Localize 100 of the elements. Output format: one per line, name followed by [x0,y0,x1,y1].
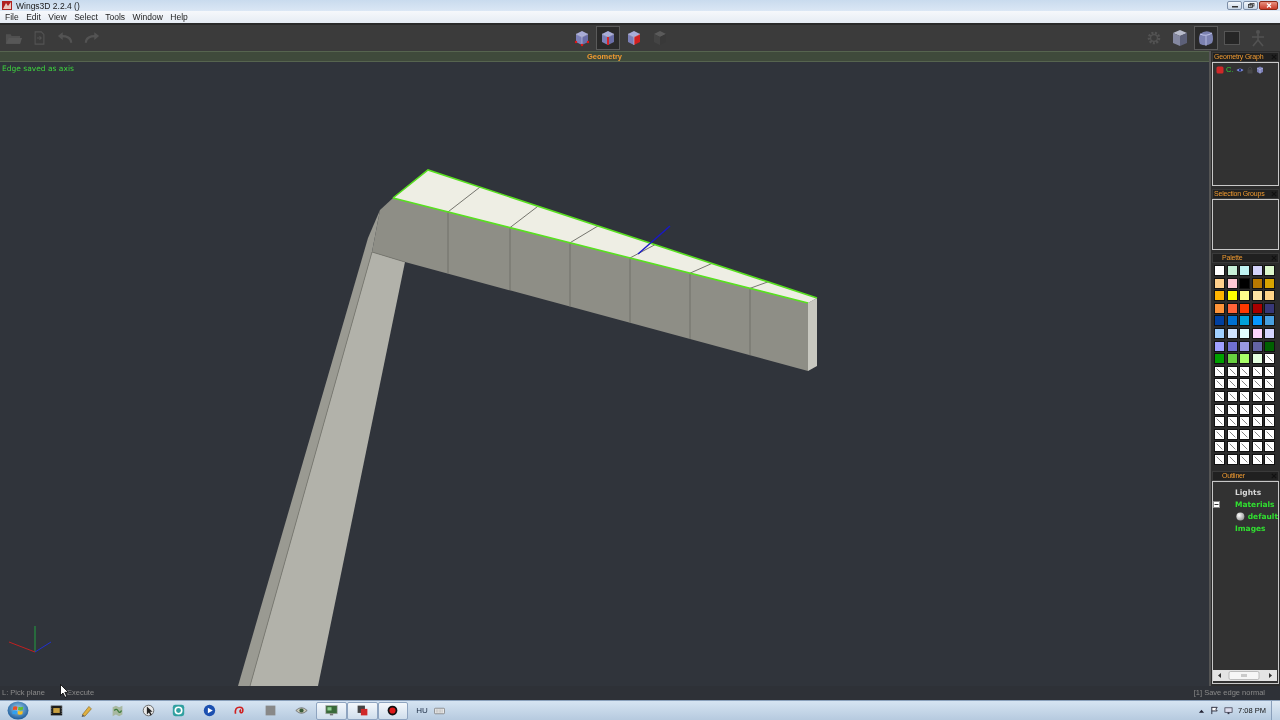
color-swatch[interactable] [1214,290,1225,302]
taskbar-button[interactable] [377,701,409,720]
restore-button[interactable] [1243,1,1258,10]
folder-icon [4,31,22,45]
color-swatch[interactable] [1226,353,1238,365]
color-swatch[interactable] [1226,302,1238,314]
empty-swatch-icon[interactable] [1226,365,1238,377]
color-swatch[interactable] [1214,277,1225,289]
color-swatch[interactable] [1239,353,1251,365]
cube-icon[interactable] [1255,65,1264,74]
color-swatch[interactable] [1226,277,1238,289]
empty-swatch-icon[interactable] [1226,453,1238,465]
empty-swatch-icon[interactable] [1264,416,1276,428]
empty-swatch-icon[interactable] [1226,416,1238,428]
color-swatch[interactable] [1226,265,1238,276]
color-swatch[interactable] [1251,302,1263,314]
minimize-button[interactable] [1227,1,1242,10]
color-swatch[interactable] [1251,277,1263,289]
tray-arrow-icon[interactable] [1198,707,1206,714]
flag-icon[interactable] [1210,706,1220,715]
close-icon [1271,472,1277,479]
close-button[interactable] [1259,1,1278,10]
color-swatch[interactable] [1251,265,1263,276]
square-icon [263,704,277,717]
close-icon [1271,54,1277,60]
ring-icon [172,704,186,717]
color-swatch[interactable] [1226,340,1238,352]
cube-vertices-icon [573,29,591,47]
color-swatch[interactable] [1264,265,1276,276]
close-icon [1271,255,1277,261]
color-swatch[interactable] [1214,265,1225,276]
empty-swatch-icon[interactable] [1264,453,1276,465]
color-swatch[interactable] [1226,327,1238,339]
object-color-icon[interactable] [1216,65,1224,74]
language-indicator[interactable]: HU [416,705,428,716]
empty-swatch-icon[interactable] [1226,378,1238,390]
bent-beam-model-drawing[interactable] [238,169,818,686]
empty-swatch-icon[interactable] [1264,441,1276,453]
cube-icon [651,29,669,47]
color-swatch[interactable] [1251,290,1263,302]
color-swatch[interactable] [1264,302,1276,314]
view-button[interactable] [1194,26,1218,50]
color-swatch[interactable] [1239,315,1251,327]
color-swatch[interactable] [1264,290,1276,302]
sphere-icon [1236,512,1245,522]
empty-swatch-icon[interactable] [1264,390,1276,402]
color-swatch[interactable] [1214,315,1225,327]
mouse-cursor-icon [60,684,69,698]
eye-icon [294,704,308,717]
color-swatch[interactable] [1264,315,1276,327]
menu-item[interactable]: File [2,11,24,23]
color-swatch[interactable] [1226,290,1238,302]
color-swatch[interactable] [1239,340,1251,352]
empty-swatch-icon[interactable] [1264,403,1276,415]
menu-item[interactable]: Tools [102,11,130,23]
color-swatch[interactable] [1264,277,1276,289]
color-swatch[interactable] [1264,327,1276,339]
empty-swatch-icon[interactable] [1226,428,1238,440]
color-swatch[interactable] [1226,315,1238,327]
color-swatch[interactable] [1251,340,1263,352]
collapse-icon[interactable] [1213,501,1220,509]
menu-item[interactable]: Window [129,11,168,23]
color-swatch[interactable] [1251,353,1263,365]
color-swatch[interactable] [1214,353,1225,365]
menu-item[interactable]: Select [71,11,103,23]
color-swatch[interactable] [1239,290,1251,302]
select-mode-button[interactable] [596,26,620,50]
color-swatch[interactable] [1239,277,1251,289]
empty-swatch-icon[interactable] [1214,403,1225,415]
empty-swatch-icon[interactable] [1226,390,1238,402]
menu-item[interactable]: Edit [23,11,46,23]
empty-swatch-icon[interactable] [1264,428,1276,440]
close-icon [1271,191,1277,197]
undo-icon [56,31,74,45]
color-swatch[interactable] [1239,302,1251,314]
empty-swatch-icon[interactable] [1264,378,1276,390]
taskbar-button[interactable] [346,701,378,720]
color-swatch[interactable] [1214,302,1225,314]
pencil-icon [80,704,94,717]
color-swatch[interactable] [1239,265,1251,276]
map-icon [111,704,124,717]
empty-swatch-icon[interactable] [1226,403,1238,415]
cube-face-icon [625,29,643,47]
empty-swatch-icon[interactable] [1264,365,1276,377]
menu-item[interactable]: View [45,11,72,23]
film-icon [49,704,63,717]
color-swatch[interactable] [1239,327,1251,339]
color-swatch[interactable] [1264,340,1276,352]
horizontal-scrollbar[interactable] [1213,670,1277,681]
monitor-icon [325,704,339,717]
color-swatch[interactable] [1251,315,1263,327]
overlapping-squares-icon [355,704,369,717]
monitor-icon[interactable] [1224,706,1234,715]
window-title: Wings3D 2.2.4 () [16,0,80,11]
empty-swatch-icon[interactable] [1226,441,1238,453]
color-swatch[interactable] [1251,327,1263,339]
color-swatch[interactable] [1214,340,1225,352]
menu-item[interactable]: Help [167,11,193,23]
color-swatch[interactable] [1214,327,1225,339]
start-orb-icon [6,701,30,720]
